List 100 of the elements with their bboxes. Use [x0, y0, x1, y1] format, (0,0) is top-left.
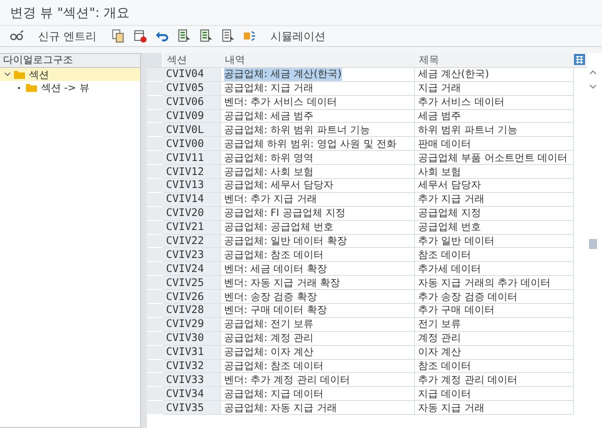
- row-selector[interactable]: [147, 234, 163, 248]
- table-cell[interactable]: 이자 계산: [415, 346, 574, 360]
- list-cursor-icon[interactable]: [198, 29, 212, 43]
- column-header[interactable]: 내역: [221, 53, 415, 67]
- row-selector[interactable]: [147, 165, 163, 180]
- row-selector[interactable]: [147, 332, 163, 346]
- table-cell[interactable]: 추가 서비스 데이터: [415, 96, 574, 110]
- table-cell[interactable]: 공급업체 하위 범위: 영업 사원 및 전화: [221, 137, 415, 152]
- table-cell[interactable]: 지급 거래: [415, 82, 574, 96]
- select-all-corner[interactable]: [147, 53, 163, 67]
- table-cell[interactable]: 공급업체: 공급업체 번호: [221, 220, 415, 235]
- row-selector[interactable]: [147, 276, 163, 290]
- table-cell[interactable]: 공급업체: FI 공급업체 지정: [221, 206, 415, 221]
- splitter-handle[interactable]: [141, 53, 147, 428]
- row-selector[interactable]: [147, 82, 163, 96]
- table-cell[interactable]: 공급업체: 참조 데이터: [221, 248, 415, 262]
- table-cell[interactable]: 추가 송장 검증 데이터: [415, 290, 574, 304]
- table-cell: CVIV09: [163, 110, 221, 124]
- column-settings-icon[interactable]: [574, 54, 585, 66]
- table-cell[interactable]: 자동 지급 거래: [415, 401, 574, 416]
- table-cell[interactable]: 공급업체: 사회 보험: [221, 165, 415, 180]
- row-selector[interactable]: [147, 110, 163, 124]
- row-selector[interactable]: [147, 68, 163, 82]
- delete-row-icon[interactable]: [132, 29, 146, 43]
- table-cell[interactable]: 전기 보류: [415, 318, 574, 332]
- table-cell[interactable]: 참조 데이터: [415, 248, 574, 262]
- list-cursor-icon[interactable]: [176, 29, 190, 43]
- table-cell[interactable]: 벤더: 추가 지급 거래: [221, 192, 415, 207]
- table-cell[interactable]: 참조 데이터: [415, 360, 574, 374]
- row-selector[interactable]: [147, 346, 163, 360]
- table-cell[interactable]: 추가 일반 데이터: [415, 234, 574, 248]
- table-cell[interactable]: 자동 지급 거래의 추가 데이터: [415, 276, 574, 290]
- row-selector[interactable]: [147, 304, 163, 318]
- table-cell[interactable]: 공급업체: 지급 거래: [221, 82, 415, 96]
- table-cell[interactable]: 공급업체 지정: [415, 206, 574, 221]
- row-selector[interactable]: [147, 401, 163, 416]
- glasses-icon[interactable]: [10, 29, 24, 43]
- table-cell[interactable]: 공급업체: 전기 보류: [221, 318, 415, 332]
- copy-icon[interactable]: [110, 29, 124, 43]
- table-cell[interactable]: 공급업체: 참조 데이터: [221, 360, 415, 374]
- chevron-down-icon[interactable]: [4, 71, 12, 78]
- table-cell[interactable]: 추가 지급 거래: [415, 192, 574, 207]
- table-cell[interactable]: 공급업체: 자동 지급 거래: [221, 401, 415, 416]
- row-selector[interactable]: [147, 151, 163, 166]
- table-cell: CVIV22: [163, 234, 221, 248]
- table-cell[interactable]: 사회 보험: [415, 165, 574, 180]
- table-cell[interactable]: 벤더: 추가 계정 관리 데이터: [221, 373, 415, 388]
- table-cell[interactable]: 세무서 담당자: [415, 179, 574, 193]
- row-selector[interactable]: [147, 318, 163, 332]
- cell-text: 공급업체: 세금 계산(한국): [224, 68, 342, 81]
- split-icon[interactable]: [242, 29, 256, 43]
- table-cell[interactable]: 지급 데이터: [415, 387, 574, 402]
- row-selector[interactable]: [147, 373, 163, 388]
- row-selector[interactable]: [147, 387, 163, 402]
- table-cell[interactable]: 하위 범위 파트너 기능: [415, 123, 574, 138]
- table-cell[interactable]: 공급업체: 이자 계산: [221, 346, 415, 360]
- table-cell[interactable]: 벤더: 송장 검증 확장: [221, 290, 415, 304]
- table-cell[interactable]: 공급업체: 세무서 담당자: [221, 179, 415, 193]
- row-selector[interactable]: [147, 262, 163, 276]
- table-cell[interactable]: 공급업체: 세금 계산(한국): [221, 68, 415, 82]
- row-selector[interactable]: [147, 360, 163, 374]
- undo-icon[interactable]: [154, 29, 168, 43]
- table-cell: CVIV06: [163, 96, 221, 110]
- table-cell[interactable]: 공급업체: 일반 데이터 확장: [221, 234, 415, 248]
- table-cell[interactable]: 공급업체 번호: [415, 220, 574, 235]
- table-cell[interactable]: 벤더: 구매 데이터 확장: [221, 304, 415, 318]
- table-cell[interactable]: 벤더: 세금 데이터 확장: [221, 262, 415, 276]
- cell-text: 공급업체: 세무서 담당자: [224, 179, 334, 192]
- row-selector[interactable]: [147, 179, 163, 193]
- tree-item[interactable]: 섹션 -> 뷰: [0, 81, 140, 94]
- row-selector[interactable]: [147, 290, 163, 304]
- table-cell[interactable]: 벤더: 자동 지급 거래 확장: [221, 276, 415, 290]
- column-header[interactable]: 제목: [415, 53, 574, 67]
- toolbar-button[interactable]: 신규 엔트리: [32, 28, 102, 44]
- table-cell[interactable]: 추가 계정 관리 데이터: [415, 373, 574, 388]
- row-selector[interactable]: [147, 248, 163, 262]
- tree-item[interactable]: 섹션: [0, 68, 140, 81]
- table-cell[interactable]: 공급업체: 하위 범위 파트너 기능: [221, 123, 415, 138]
- table-cell[interactable]: 계정 관리: [415, 332, 574, 346]
- table-cell[interactable]: 세금 범주: [415, 110, 574, 124]
- row-selector[interactable]: [147, 206, 163, 221]
- table-cell[interactable]: 추가 구매 데이터: [415, 304, 574, 318]
- table-cell[interactable]: 공급업체: 세금 범주: [221, 110, 415, 124]
- list-cursor-icon[interactable]: [220, 29, 234, 43]
- row-selector[interactable]: [147, 96, 163, 110]
- cell-text: 공급업체: 이자 계산: [224, 346, 314, 359]
- table-cell[interactable]: 공급업체 부품 어소트먼트 데이터: [415, 151, 574, 166]
- table-cell[interactable]: 공급업체: 계정 관리: [221, 332, 415, 346]
- toolbar-button[interactable]: 시뮬레이션: [264, 28, 332, 44]
- table-cell[interactable]: 공급업체: 지급 데이터: [221, 387, 415, 402]
- table-cell[interactable]: 공급업체: 하위 영역: [221, 151, 415, 166]
- row-selector[interactable]: [147, 137, 163, 152]
- table-cell[interactable]: 판매 데이터: [415, 137, 574, 152]
- row-selector[interactable]: [147, 220, 163, 235]
- table-cell[interactable]: 벤더: 추가 서비스 데이터: [221, 96, 415, 110]
- row-selector[interactable]: [147, 123, 163, 138]
- row-selector[interactable]: [147, 192, 163, 207]
- column-header[interactable]: 섹션: [163, 53, 221, 67]
- table-cell[interactable]: 세금 계산(한국): [415, 68, 574, 82]
- table-cell[interactable]: 추가세 데이터: [415, 262, 574, 276]
